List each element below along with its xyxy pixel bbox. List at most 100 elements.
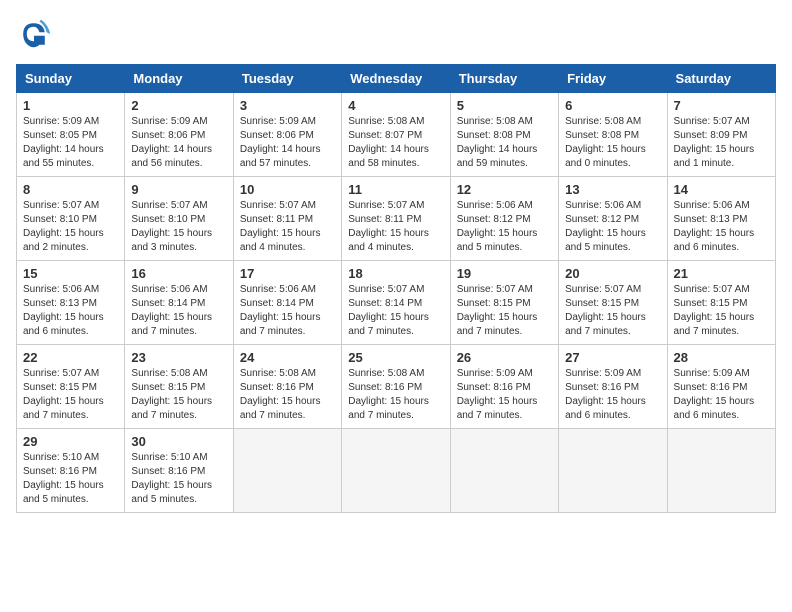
calendar-cell: 3 Sunrise: 5:09 AMSunset: 8:06 PMDaylight… — [233, 93, 341, 177]
calendar-cell: 24Sunrise: 5:08 AMSunset: 8:16 PMDayligh… — [233, 345, 341, 429]
calendar-cell: 1 Sunrise: 5:09 AMSunset: 8:05 PMDaylight… — [17, 93, 125, 177]
day-number: 18 — [348, 266, 443, 281]
calendar-cell: 20 Sunrise: 5:07 AMSunset: 8:15 PMDayligh… — [559, 261, 667, 345]
calendar-cell: 23 Sunrise: 5:08 AMSunset: 8:15 PMDayligh… — [125, 345, 233, 429]
day-info: Sunrise: 5:07 AMSunset: 8:11 PMDaylight:… — [348, 200, 429, 253]
calendar-cell: 29 Sunrise: 5:10 AMSunset: 8:16 PMDayligh… — [17, 429, 125, 513]
day-info: Sunrise: 5:09 AMSunset: 8:16 PMDaylight:… — [457, 368, 538, 421]
day-number: 13 — [565, 182, 660, 197]
calendar-cell: 16Sunrise: 5:06 AMSunset: 8:14 PMDayligh… — [125, 261, 233, 345]
day-info: Sunrise: 5:07 AMSunset: 8:09 PMDaylight:… — [674, 116, 755, 169]
calendar-cell: 19 Sunrise: 5:07 AMSunset: 8:15 PMDayligh… — [450, 261, 558, 345]
day-number: 26 — [457, 350, 552, 365]
calendar-week-3: 15 Sunrise: 5:06 AMSunset: 8:13 PMDayligh… — [17, 261, 776, 345]
logo — [16, 16, 56, 52]
calendar-cell: 22 Sunrise: 5:07 AMSunset: 8:15 PMDayligh… — [17, 345, 125, 429]
calendar-cell: 8 Sunrise: 5:07 AMSunset: 8:10 PMDaylight… — [17, 177, 125, 261]
day-header-monday: Monday — [125, 65, 233, 93]
day-info: Sunrise: 5:09 AMSunset: 8:16 PMDaylight:… — [565, 368, 646, 421]
calendar-week-5: 29 Sunrise: 5:10 AMSunset: 8:16 PMDayligh… — [17, 429, 776, 513]
calendar-cell: 21 Sunrise: 5:07 AMSunset: 8:15 PMDayligh… — [667, 261, 775, 345]
day-number: 27 — [565, 350, 660, 365]
calendar-cell: 4 Sunrise: 5:08 AMSunset: 8:07 PMDaylight… — [342, 93, 450, 177]
day-info: Sunrise: 5:07 AMSunset: 8:15 PMDaylight:… — [674, 284, 755, 337]
day-number: 30 — [131, 434, 226, 449]
calendar-cell: 6 Sunrise: 5:08 AMSunset: 8:08 PMDaylight… — [559, 93, 667, 177]
day-number: 20 — [565, 266, 660, 281]
calendar-cell: 26 Sunrise: 5:09 AMSunset: 8:16 PMDayligh… — [450, 345, 558, 429]
day-header-sunday: Sunday — [17, 65, 125, 93]
day-info: Sunrise: 5:09 AMSunset: 8:05 PMDaylight:… — [23, 116, 104, 169]
day-number: 8 — [23, 182, 118, 197]
calendar-cell — [450, 429, 558, 513]
day-info: Sunrise: 5:06 AMSunset: 8:13 PMDaylight:… — [674, 200, 755, 253]
day-info: Sunrise: 5:10 AMSunset: 8:16 PMDaylight:… — [23, 452, 104, 505]
day-number: 15 — [23, 266, 118, 281]
calendar-cell: 5 Sunrise: 5:08 AMSunset: 8:08 PMDaylight… — [450, 93, 558, 177]
day-number: 21 — [674, 266, 769, 281]
calendar-cell: 17Sunrise: 5:06 AMSunset: 8:14 PMDayligh… — [233, 261, 341, 345]
calendar-cell: 27 Sunrise: 5:09 AMSunset: 8:16 PMDayligh… — [559, 345, 667, 429]
day-number: 2 — [131, 98, 226, 113]
calendar-cell: 30 Sunrise: 5:10 AMSunset: 8:16 PMDayligh… — [125, 429, 233, 513]
calendar-table: SundayMondayTuesdayWednesdayThursdayFrid… — [16, 64, 776, 513]
calendar-cell: 9Sunrise: 5:07 AMSunset: 8:10 PMDaylight… — [125, 177, 233, 261]
day-header-thursday: Thursday — [450, 65, 558, 93]
day-info: Sunrise: 5:08 AMSunset: 8:08 PMDaylight:… — [457, 116, 538, 169]
day-info: Sunrise: 5:07 AMSunset: 8:15 PMDaylight:… — [23, 368, 104, 421]
calendar-cell: 10Sunrise: 5:07 AMSunset: 8:11 PMDayligh… — [233, 177, 341, 261]
day-info: Sunrise: 5:08 AMSunset: 8:08 PMDaylight:… — [565, 116, 646, 169]
day-header-tuesday: Tuesday — [233, 65, 341, 93]
day-info: Sunrise: 5:10 AMSunset: 8:16 PMDaylight:… — [131, 452, 212, 505]
day-number: 5 — [457, 98, 552, 113]
day-info: Sunrise: 5:07 AMSunset: 8:15 PMDaylight:… — [565, 284, 646, 337]
day-info: Sunrise: 5:06 AMSunset: 8:14 PMDaylight:… — [240, 284, 321, 337]
calendar-cell: 2 Sunrise: 5:09 AMSunset: 8:06 PMDaylight… — [125, 93, 233, 177]
day-info: Sunrise: 5:08 AMSunset: 8:15 PMDaylight:… — [131, 368, 212, 421]
calendar-week-1: 1 Sunrise: 5:09 AMSunset: 8:05 PMDaylight… — [17, 93, 776, 177]
logo-icon — [16, 16, 52, 52]
day-info: Sunrise: 5:09 AMSunset: 8:06 PMDaylight:… — [131, 116, 212, 169]
page-header — [16, 16, 776, 52]
day-number: 1 — [23, 98, 118, 113]
calendar-cell — [233, 429, 341, 513]
day-info: Sunrise: 5:06 AMSunset: 8:13 PMDaylight:… — [23, 284, 104, 337]
day-number: 4 — [348, 98, 443, 113]
calendar-cell: 25Sunrise: 5:08 AMSunset: 8:16 PMDayligh… — [342, 345, 450, 429]
day-info: Sunrise: 5:07 AMSunset: 8:14 PMDaylight:… — [348, 284, 429, 337]
day-info: Sunrise: 5:06 AMSunset: 8:14 PMDaylight:… — [131, 284, 212, 337]
day-number: 14 — [674, 182, 769, 197]
day-info: Sunrise: 5:07 AMSunset: 8:15 PMDaylight:… — [457, 284, 538, 337]
day-number: 24 — [240, 350, 335, 365]
calendar-cell: 15 Sunrise: 5:06 AMSunset: 8:13 PMDayligh… — [17, 261, 125, 345]
day-number: 23 — [131, 350, 226, 365]
calendar-cell: 12 Sunrise: 5:06 AMSunset: 8:12 PMDayligh… — [450, 177, 558, 261]
day-header-saturday: Saturday — [667, 65, 775, 93]
day-info: Sunrise: 5:06 AMSunset: 8:12 PMDaylight:… — [457, 200, 538, 253]
day-number: 9 — [131, 182, 226, 197]
calendar-cell — [342, 429, 450, 513]
day-info: Sunrise: 5:08 AMSunset: 8:16 PMDaylight:… — [348, 368, 429, 421]
day-info: Sunrise: 5:06 AMSunset: 8:12 PMDaylight:… — [565, 200, 646, 253]
day-number: 28 — [674, 350, 769, 365]
day-number: 6 — [565, 98, 660, 113]
calendar-cell: 18 Sunrise: 5:07 AMSunset: 8:14 PMDayligh… — [342, 261, 450, 345]
day-info: Sunrise: 5:09 AMSunset: 8:06 PMDaylight:… — [240, 116, 321, 169]
day-number: 7 — [674, 98, 769, 113]
day-number: 29 — [23, 434, 118, 449]
calendar-week-2: 8 Sunrise: 5:07 AMSunset: 8:10 PMDaylight… — [17, 177, 776, 261]
day-info: Sunrise: 5:08 AMSunset: 8:07 PMDaylight:… — [348, 116, 429, 169]
day-number: 11 — [348, 182, 443, 197]
day-number: 3 — [240, 98, 335, 113]
day-number: 19 — [457, 266, 552, 281]
day-number: 12 — [457, 182, 552, 197]
calendar-cell: 11 Sunrise: 5:07 AMSunset: 8:11 PMDayligh… — [342, 177, 450, 261]
day-header-friday: Friday — [559, 65, 667, 93]
day-info: Sunrise: 5:09 AMSunset: 8:16 PMDaylight:… — [674, 368, 755, 421]
calendar-cell — [559, 429, 667, 513]
calendar-cell: 7 Sunrise: 5:07 AMSunset: 8:09 PMDaylight… — [667, 93, 775, 177]
day-number: 22 — [23, 350, 118, 365]
day-info: Sunrise: 5:07 AMSunset: 8:10 PMDaylight:… — [23, 200, 104, 253]
calendar-cell — [667, 429, 775, 513]
calendar-cell: 13 Sunrise: 5:06 AMSunset: 8:12 PMDayligh… — [559, 177, 667, 261]
